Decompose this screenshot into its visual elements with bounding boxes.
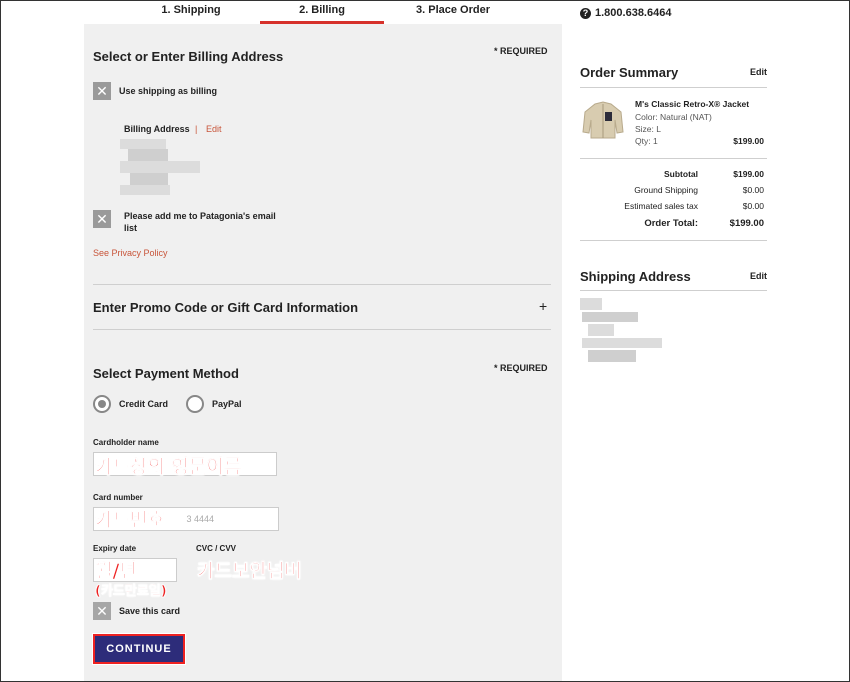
phone-number: 1.800.638.6464: [595, 7, 672, 19]
billing-address-label: Billing Address: [124, 124, 190, 134]
expand-plus-icon[interactable]: +: [539, 298, 547, 314]
email-signup-label: Please add me to Patagonia's email list: [124, 211, 276, 233]
required-note: * REQUIRED: [494, 46, 548, 56]
billing-title: Select or Enter Billing Address: [93, 49, 284, 64]
step-shipping[interactable]: 1. Shipping: [122, 0, 260, 24]
paypal-radio[interactable]: [186, 395, 204, 413]
phone-contact: ? 1.800.638.6464: [580, 7, 671, 19]
expiry-label: Expiry date: [93, 544, 137, 553]
email-checkbox[interactable]: ✕: [93, 210, 111, 228]
question-icon: ?: [580, 7, 591, 19]
summary-edit-link[interactable]: Edit: [750, 67, 767, 77]
divider: [580, 290, 767, 291]
jacket-thumbnail: [581, 98, 625, 142]
credit-card-label: Credit Card: [119, 399, 169, 409]
checkout-steps: 1. Shipping 2. Billing 3. Place Order: [122, 0, 522, 24]
shipping-cost-label: Ground Shipping: [634, 185, 698, 195]
separator: |: [195, 124, 198, 134]
privacy-policy-link[interactable]: See Privacy Policy: [93, 248, 168, 258]
subtotal-value: $199.00: [733, 169, 764, 179]
cvc-label: CVC / CVV: [196, 544, 237, 553]
order-total-value: $199.00: [729, 218, 764, 229]
shipping-address-title: Shipping Address: [580, 269, 691, 284]
payment-title: Select Payment Method: [93, 366, 239, 381]
cardholder-label: Cardholder name: [93, 438, 159, 447]
divider: [580, 240, 767, 241]
billing-panel: Select or Enter Billing Address * REQUIR…: [84, 24, 562, 682]
continue-button[interactable]: CONTINUE: [92, 633, 186, 665]
shipping-cost-value: $0.00: [742, 185, 764, 195]
paypal-label: PayPal: [212, 399, 242, 409]
step-billing[interactable]: 2. Billing: [260, 0, 384, 24]
item-color: Color: Natural (NAT): [635, 112, 712, 122]
expiry-annotation: 월/년: [95, 560, 138, 583]
card-number-label: Card number: [93, 493, 143, 502]
sales-tax-label: Estimated sales tax: [624, 201, 698, 211]
divider: [93, 284, 551, 285]
order-summary-title: Order Summary: [580, 65, 679, 80]
order-total-label: Order Total:: [644, 218, 698, 229]
divider: [93, 329, 551, 330]
subtotal-label: Subtotal: [664, 169, 698, 179]
divider: [580, 158, 767, 159]
sales-tax-value: $0.00: [742, 201, 764, 211]
save-card-label: Save this card: [119, 606, 181, 616]
promo-title[interactable]: Enter Promo Code or Gift Card Informatio…: [93, 300, 358, 315]
cvc-annotation: 카드보안넘버: [197, 560, 302, 583]
divider: [580, 87, 767, 88]
item-price: $199.00: [733, 136, 764, 146]
credit-card-radio[interactable]: [93, 395, 111, 413]
item-qty: Qty: 1: [635, 136, 658, 146]
step-place-order[interactable]: 3. Place Order: [384, 0, 522, 24]
shipping-edit-link[interactable]: Edit: [750, 271, 767, 281]
use-shipping-checkbox[interactable]: ✕: [93, 82, 111, 100]
required-note: * REQUIRED: [494, 363, 548, 373]
expiry-note-annotation: (카드만료일): [95, 584, 167, 600]
billing-edit-link[interactable]: Edit: [206, 124, 222, 134]
save-card-checkbox[interactable]: ✕: [93, 602, 111, 620]
item-size: Size: L: [635, 124, 661, 134]
item-name[interactable]: M's Classic Retro-X® Jacket: [635, 99, 749, 109]
cardholder-annotation: 카드상의 영문이름: [95, 456, 242, 479]
use-shipping-label: Use shipping as billing: [119, 86, 218, 96]
card-number-annotation: 카드번호: [95, 509, 166, 532]
